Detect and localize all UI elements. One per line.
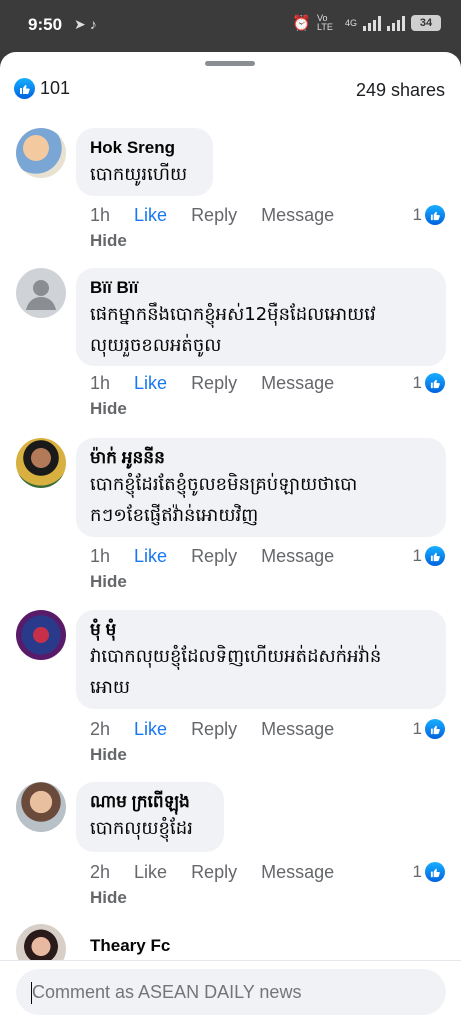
reply-button[interactable]: Reply [191, 205, 237, 226]
comment-time: 1h [90, 373, 111, 393]
share-count[interactable]: 249 shares [356, 80, 445, 101]
comment-time: 1h [90, 205, 111, 225]
like-button[interactable]: Like [134, 546, 167, 567]
hide-button[interactable]: Hide [90, 231, 127, 251]
avatar[interactable] [16, 438, 66, 488]
comment-text: បោកលុយខ្ញុំដែរ [90, 818, 193, 839]
like-button[interactable]: Like [134, 205, 167, 226]
comment-author[interactable]: Hok Sreng [90, 137, 199, 159]
comment-bubble[interactable]: ម៉ាក់ អូននីន បោកខ្ញុំដែរតែខ្ញុំចូលខមិនគ្… [76, 438, 446, 537]
comment-author[interactable]: ម៉ាក់ អូននីន [90, 447, 432, 469]
comment-author[interactable]: Bïï Bïï [90, 277, 432, 299]
network-type: 4G [344, 18, 357, 28]
avatar[interactable] [16, 128, 66, 178]
comment-author[interactable]: មុំ មុំ [90, 619, 432, 641]
comment-text: អោយ [90, 677, 130, 698]
comment-reactions[interactable]: 1 [413, 862, 445, 882]
comment-time: 2h [90, 719, 111, 739]
comment-text: វាបោកលុយខ្ញុំដែលទិញហើយអត់ដសក់អវ៉ាន់ [90, 646, 382, 667]
message-button[interactable]: Message [261, 546, 334, 567]
message-button[interactable]: Message [261, 373, 334, 394]
like-icon [425, 205, 445, 225]
comment-text: បោកខ្ញុំដែរតែខ្ញុំចូលខមិនគ្រប់ឡាយថាបោ [90, 474, 358, 495]
comment-bubble[interactable]: Bïï Bïï ផេកម្នាកនឹងបោកខ្ញុំអស់12ម៉ឺនដែលអ… [76, 268, 446, 366]
hide-button[interactable]: Hide [90, 399, 127, 419]
comment-reactions[interactable]: 1 [413, 546, 445, 566]
comment-text: លុយរួចខលអត់ចូល [90, 335, 222, 356]
status-time: 9:50 [28, 15, 63, 34]
reaction-summary[interactable]: 101 [14, 78, 70, 99]
comment-text: ផេកម្នាកនឹងបោកខ្ញុំអស់12ម៉ឺនដែលអោយវេ [90, 304, 376, 325]
comment-text: បោកយូរហើយ [90, 164, 188, 185]
avatar[interactable] [16, 782, 66, 832]
signal-icon-2 [387, 15, 405, 31]
comment-bubble[interactable]: Hok Sreng បោកយូរហើយ [76, 128, 213, 196]
like-icon [425, 373, 445, 393]
hide-button[interactable]: Hide [90, 572, 127, 592]
signal-icon [363, 15, 381, 31]
message-button[interactable]: Message [261, 719, 334, 740]
drag-handle[interactable] [205, 61, 255, 66]
like-button[interactable]: Like [134, 719, 167, 740]
reply-button[interactable]: Reply [191, 719, 237, 740]
comment-author[interactable]: ណាម ក្រពើឡុង [90, 791, 210, 813]
reply-button[interactable]: Reply [191, 373, 237, 394]
telegram-icon: ➤ [74, 16, 90, 32]
like-icon [14, 78, 35, 99]
comment-input[interactable] [16, 969, 446, 1015]
like-icon [425, 719, 445, 739]
volte-label: Vo LTE [316, 13, 333, 32]
alarm-icon: ⏰ [292, 15, 311, 32]
comment-bubble[interactable]: ណាម ក្រពើឡុង បោកលុយខ្ញុំដែរ [76, 782, 224, 852]
message-button[interactable]: Message [261, 862, 334, 883]
comment-composer [0, 960, 461, 1024]
reply-button[interactable]: Reply [191, 862, 237, 883]
comment-author[interactable]: Theary Fc [90, 935, 170, 957]
avatar[interactable] [16, 268, 66, 318]
comment-time: 1h [90, 546, 111, 566]
comment-reactions[interactable]: 1 [413, 205, 445, 225]
comment-time: 2h [90, 862, 111, 882]
like-button[interactable]: Like [134, 373, 167, 394]
like-icon [425, 862, 445, 882]
tiktok-icon: ♪ [89, 16, 101, 32]
message-button[interactable]: Message [261, 205, 334, 226]
comments-sheet: 101 249 shares Hok Sreng បោកយូរហើយ 1h Li… [0, 52, 461, 1024]
status-bar: 9:50 ➤♪ ⏰ Vo LTE 4G 34 [0, 0, 461, 52]
hide-button[interactable]: Hide [90, 888, 127, 908]
like-icon [425, 546, 445, 566]
comment-reactions[interactable]: 1 [413, 373, 445, 393]
text-caret [31, 982, 32, 1004]
reaction-count: 101 [40, 78, 71, 98]
hide-button[interactable]: Hide [90, 745, 127, 765]
battery-icon: 34 [411, 15, 441, 31]
avatar[interactable] [16, 610, 66, 660]
comment-reactions[interactable]: 1 [413, 719, 445, 739]
reply-button[interactable]: Reply [191, 546, 237, 567]
comment-text: កៗ១ខែផ្ញើឥវ៉ាន់អោយវិញ [90, 505, 259, 526]
like-button[interactable]: Like [134, 862, 167, 883]
comment-bubble[interactable]: មុំ មុំ វាបោកលុយខ្ញុំដែលទិញហើយអត់ដសក់អវ៉… [76, 610, 446, 709]
